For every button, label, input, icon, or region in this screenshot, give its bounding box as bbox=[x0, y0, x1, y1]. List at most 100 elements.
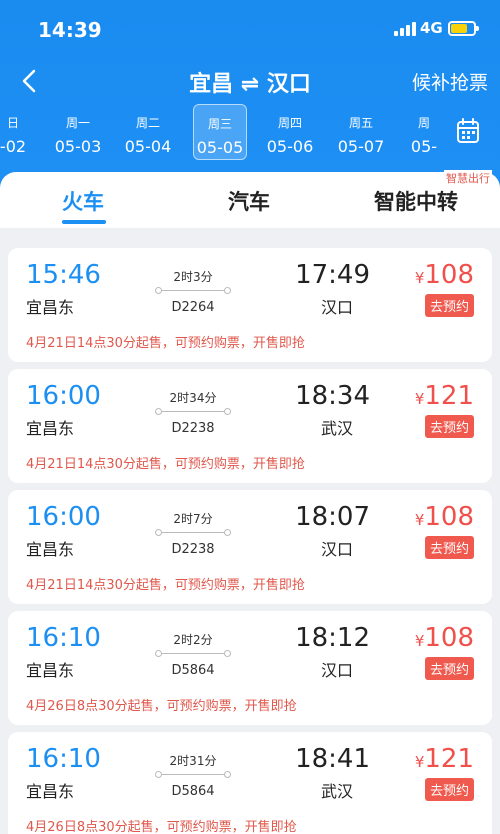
route-line bbox=[155, 771, 231, 778]
arrival-time: 17:49 bbox=[295, 260, 370, 290]
date-strip: 日 -02 周一 05-03 周二 05-04 周三 05-05 周四 05-0… bbox=[0, 104, 500, 162]
price-value: 108 bbox=[424, 502, 474, 532]
route-line bbox=[155, 287, 231, 294]
date-weekday: 周四 bbox=[277, 116, 302, 130]
signal-icon bbox=[394, 22, 416, 36]
reserve-button[interactable]: 去预约 bbox=[424, 657, 474, 680]
header: 14:39 4G 宜昌 ⇌ 汉口 候补抢票 日 -02 周一 05-03 周二 bbox=[0, 0, 500, 190]
date-item[interactable]: 周四 05-06 bbox=[263, 104, 317, 160]
train-card[interactable]: 16:00 宜昌东 2时34分 D2238 18:34 武汉 ¥121 去预约 … bbox=[8, 369, 492, 483]
currency-symbol: ¥ bbox=[414, 269, 425, 287]
departure-station: 宜昌东 bbox=[26, 782, 75, 801]
price: ¥108 bbox=[415, 260, 474, 290]
status-time: 14:39 bbox=[38, 18, 102, 42]
train-card[interactable]: 16:10 宜昌东 2时31分 D5864 18:41 武汉 ¥121 去预约 … bbox=[8, 732, 492, 834]
transport-tabs: 智慧出行 火车 汽车 智能中转 bbox=[0, 170, 500, 228]
arrival-time: 18:41 bbox=[295, 744, 370, 774]
sale-note: 4月21日14点30分起售，可预约购票，开售即抢 bbox=[26, 578, 305, 593]
train-card[interactable]: 16:10 宜昌东 2时2分 D5864 18:12 汉口 ¥108 去预约 4… bbox=[8, 611, 492, 725]
currency-symbol: ¥ bbox=[414, 390, 425, 408]
date-weekday: 周一 bbox=[65, 116, 90, 130]
departure-time: 16:10 bbox=[26, 623, 101, 653]
currency-symbol: ¥ bbox=[414, 753, 425, 771]
reserve-button[interactable]: 去预约 bbox=[424, 778, 474, 801]
calendar-icon[interactable] bbox=[456, 118, 480, 144]
departure-time: 16:00 bbox=[26, 502, 101, 532]
duration: 2时31分 bbox=[169, 754, 217, 768]
route-line bbox=[155, 529, 231, 536]
departure-time: 15:46 bbox=[26, 260, 101, 290]
status-bar: 14:39 4G bbox=[0, 0, 500, 60]
train-number: D5864 bbox=[171, 784, 215, 799]
arrival-time: 18:07 bbox=[295, 502, 370, 532]
date-weekday: 周 bbox=[417, 116, 430, 130]
active-tab-indicator bbox=[62, 220, 106, 224]
date-weekday: 周二 bbox=[135, 116, 160, 130]
currency-symbol: ¥ bbox=[414, 511, 425, 529]
train-card[interactable]: 15:46 宜昌东 2时3分 D2264 17:49 汉口 ¥108 去预约 4… bbox=[8, 248, 492, 362]
sale-note: 4月21日14点30分起售，可预约购票，开售即抢 bbox=[26, 336, 305, 351]
arrival-station: 汉口 bbox=[320, 661, 353, 680]
price-value: 108 bbox=[424, 623, 474, 653]
train-number: D2264 bbox=[171, 300, 215, 315]
departure-time: 16:10 bbox=[26, 744, 101, 774]
date-value: 05-05 bbox=[196, 138, 244, 157]
currency-symbol: ¥ bbox=[414, 632, 425, 650]
waitlist-button[interactable]: 候补抢票 bbox=[412, 68, 488, 95]
train-number: D2238 bbox=[171, 421, 215, 436]
sale-note: 4月26日8点30分起售，可预约购票，开售即抢 bbox=[26, 699, 297, 714]
departure-station: 宜昌东 bbox=[26, 298, 75, 317]
date-weekday: 周五 bbox=[348, 116, 373, 130]
date-value: 05-04 bbox=[124, 137, 172, 156]
departure-station: 宜昌东 bbox=[26, 661, 75, 680]
price-value: 121 bbox=[424, 381, 474, 411]
date-value: 05-06 bbox=[266, 137, 314, 156]
date-value: -02 bbox=[0, 137, 27, 156]
price-value: 108 bbox=[424, 260, 474, 290]
arrival-station: 武汉 bbox=[320, 782, 353, 801]
price: ¥121 bbox=[415, 744, 474, 774]
reserve-button[interactable]: 去预约 bbox=[424, 294, 474, 317]
arrival-station: 汉口 bbox=[320, 298, 353, 317]
tab-train[interactable]: 火车 bbox=[62, 186, 104, 216]
departure-station: 宜昌东 bbox=[26, 540, 75, 559]
duration: 2时7分 bbox=[173, 512, 213, 526]
date-item[interactable]: 周五 05-07 bbox=[334, 104, 388, 160]
date-item[interactable]: 日 -02 bbox=[0, 104, 40, 160]
date-weekday: 周三 bbox=[207, 117, 232, 131]
network-type: 4G bbox=[420, 19, 443, 37]
reserve-button[interactable]: 去预约 bbox=[424, 536, 474, 559]
date-value: 05-07 bbox=[337, 137, 385, 156]
date-item[interactable]: 周 05- bbox=[404, 104, 444, 160]
departure-time: 16:00 bbox=[26, 381, 101, 411]
route-line bbox=[155, 650, 231, 657]
tab-smart-transfer[interactable]: 智能中转 bbox=[374, 186, 458, 216]
reserve-button[interactable]: 去预约 bbox=[424, 415, 474, 438]
departure-station: 宜昌东 bbox=[26, 419, 75, 438]
train-number: D2238 bbox=[171, 542, 215, 557]
duration: 2时34分 bbox=[169, 391, 217, 405]
train-card[interactable]: 16:00 宜昌东 2时7分 D2238 18:07 汉口 ¥108 去预约 4… bbox=[8, 490, 492, 604]
smart-travel-badge: 智慧出行 bbox=[444, 170, 492, 186]
price: ¥121 bbox=[415, 381, 474, 411]
duration: 2时2分 bbox=[173, 633, 213, 647]
date-item[interactable]: 周二 05-04 bbox=[121, 104, 175, 160]
date-value: 05- bbox=[410, 137, 438, 156]
battery-icon bbox=[448, 21, 479, 36]
sale-note: 4月26日8点30分起售，可预约购票，开售即抢 bbox=[26, 820, 297, 834]
sale-note: 4月21日14点30分起售，可预约购票，开售即抢 bbox=[26, 457, 305, 472]
price-value: 121 bbox=[424, 744, 474, 774]
arrival-time: 18:12 bbox=[295, 623, 370, 653]
tab-bus[interactable]: 汽车 bbox=[228, 186, 270, 216]
price: ¥108 bbox=[415, 623, 474, 653]
price: ¥108 bbox=[415, 502, 474, 532]
date-value: 05-03 bbox=[54, 137, 102, 156]
arrival-time: 18:34 bbox=[295, 381, 370, 411]
route-line bbox=[155, 408, 231, 415]
nav-bar: 宜昌 ⇌ 汉口 候补抢票 bbox=[0, 62, 500, 102]
duration: 2时3分 bbox=[173, 270, 213, 284]
arrival-station: 武汉 bbox=[320, 419, 353, 438]
date-item-selected[interactable]: 周三 05-05 bbox=[193, 104, 247, 160]
date-item[interactable]: 周一 05-03 bbox=[51, 104, 105, 160]
arrival-station: 汉口 bbox=[320, 540, 353, 559]
